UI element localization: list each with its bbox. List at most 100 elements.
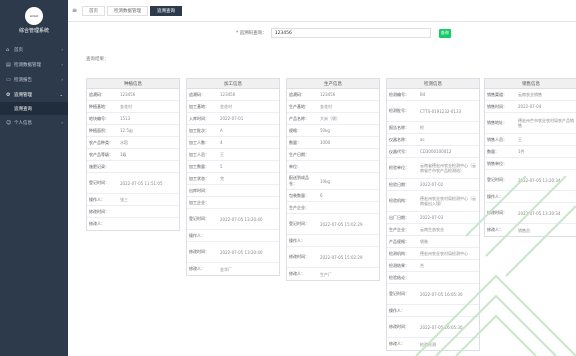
- field-label: 销售时间：: [487, 103, 507, 109]
- card-row: 检验机构： 德宏州农业农村局检测中心（云南省出入境）: [387, 191, 479, 212]
- field-label: 产品名称：: [289, 115, 309, 121]
- card-row: 农产品等级： 1级: [87, 149, 179, 161]
- field-label: 修改人：: [487, 227, 503, 232]
- app-root: LOGO 综合管理系统 ⌂ 首页 › ▤ 检测数据管理 › ▭ 检测报告 › ⚙…: [0, 0, 576, 356]
- sidebar-item-label: 检测数据管理: [14, 62, 41, 68]
- card-row: 销售单位：: [485, 158, 576, 170]
- field-label: 修改时间：: [289, 254, 309, 259]
- card-row: 登记时间： 2022-07-05 15:02:29: [287, 214, 379, 235]
- card-row: 修改人： 检验检测: [387, 338, 479, 350]
- chevron-right-icon: ›: [61, 47, 63, 52]
- field-label: 加工基地：: [189, 103, 209, 109]
- card-row: 出厂日期： 2022-07-03: [387, 212, 479, 224]
- card-row: 操作人：: [387, 305, 479, 317]
- field-value: 2022-07-02: [420, 182, 444, 187]
- field-label: 生产日期：: [289, 151, 309, 157]
- field-value: B4: [420, 92, 426, 97]
- field-value: [317, 161, 379, 172]
- card-row: 修改时间：: [87, 206, 179, 218]
- field-value: 2022-07-05 13:20:34: [518, 177, 561, 183]
- field-label: 加工人员：: [189, 151, 209, 157]
- field-value: [317, 149, 379, 160]
- info-card: 生产信息 追溯码： 123456 生产基地： 金花村 产品名称： 大米（袋） 规格： 50kg 数…: [286, 78, 380, 281]
- field-label: 检验单位：: [389, 165, 409, 170]
- card-row: 产品名称： 大米（袋）: [287, 113, 379, 125]
- field-value: [515, 158, 576, 169]
- card-row: 加工基地： 金花村: [187, 101, 279, 113]
- sidebar-subitem-trace-query[interactable]: 追溯查询: [0, 102, 68, 115]
- field-label: 加工批次：: [189, 127, 209, 133]
- tab-data[interactable]: 检测数据管理: [107, 5, 148, 16]
- field-label: 施肥记录：: [89, 163, 109, 169]
- report-icon: ▭: [6, 76, 11, 83]
- card-row: 施肥记录：: [87, 161, 179, 173]
- field-label: 修改人：: [389, 341, 405, 346]
- card-row: 检测机构： 德宏州农业农村局检测中心: [387, 248, 479, 260]
- card-row: 修改时间： 2022-07-05 15:02:29: [287, 247, 379, 268]
- field-label: 操作人：: [289, 237, 305, 243]
- chevron-right-icon: ›: [61, 62, 63, 67]
- tab-label: 追溯查询: [157, 8, 175, 14]
- field-value: [217, 185, 279, 196]
- field-label: 销售渠道：: [487, 91, 507, 97]
- field-label: 检验日期：: [389, 181, 409, 187]
- field-value: 金华厂: [220, 266, 232, 272]
- search-button[interactable]: 查询: [438, 28, 451, 38]
- logo: LOGO: [25, 6, 43, 25]
- field-label: 追溯码：: [189, 91, 205, 97]
- card-row: 加工企业：: [187, 197, 279, 209]
- sidebar-item-data[interactable]: ▤ 检测数据管理 ›: [0, 57, 68, 72]
- card-row: 生产企业：: [287, 202, 379, 214]
- card-row: 地块编号： 1513: [87, 113, 179, 125]
- card-row: 检测结果： 合: [387, 260, 479, 272]
- logo-text: LOGO: [29, 13, 39, 18]
- tab-trace-query[interactable]: 追溯查询: [150, 5, 182, 16]
- card-row: 单位：: [287, 161, 379, 173]
- field-label: 地块编号：: [89, 115, 109, 121]
- card-row: 操作人：: [187, 230, 279, 242]
- card-row: 数量： 1件: [485, 146, 576, 158]
- field-label: 登记时间：: [89, 180, 109, 185]
- field-value: 检验检测: [420, 341, 436, 347]
- field-value: [117, 161, 179, 172]
- field-value: 德宏州农业农村局检测中心: [420, 251, 468, 256]
- card-title: 加工信息: [187, 79, 279, 89]
- card-row: 修改时间： 2022-07-05 13:20:34: [485, 203, 576, 224]
- field-value: 2022-07-05 11:51:05: [120, 180, 163, 186]
- tab-home[interactable]: 首页: [82, 5, 105, 16]
- sidebar-item-report[interactable]: ▭ 检测报告 ›: [0, 72, 68, 87]
- card-row: 追溯码： 123456: [287, 89, 379, 101]
- card-row: 加工状态： 完: [187, 173, 279, 185]
- field-label: 仪器代号：: [389, 148, 409, 154]
- card-row: 销售渠道： 云南农业销售: [485, 89, 576, 101]
- sidebar-header: LOGO 综合管理系统: [0, 0, 68, 40]
- sidebar-item-profile[interactable]: ☺ 个人信息 ›: [0, 115, 68, 130]
- field-label: 检测机构：: [389, 250, 409, 256]
- card-row: 包装数量： 6: [287, 190, 379, 202]
- field-value: [217, 197, 279, 208]
- sidebar-item-home[interactable]: ⌂ 首页 ›: [0, 42, 68, 57]
- field-value: 2022-07-05 16:05:30: [420, 291, 463, 297]
- field-label: 加工数量：: [189, 163, 209, 169]
- card-row: 仪器名称： ac: [387, 134, 479, 146]
- card-title: 种植信息: [87, 79, 179, 89]
- field-value: 王: [220, 152, 224, 157]
- field-value: 5: [220, 164, 223, 169]
- field-value: 4: [220, 140, 223, 145]
- field-label: 配送到成品仓：: [289, 175, 309, 186]
- card-row: 修改人： 生产厂: [287, 268, 379, 280]
- field-label: 出库时间：: [189, 187, 209, 193]
- field-label: 修改时间：: [389, 324, 409, 329]
- field-value: 123456: [120, 92, 136, 97]
- field-value: CD3000100012: [420, 149, 452, 154]
- card-row: 种植面积： 12.5亩: [87, 125, 179, 137]
- sidebar-item-label: 追溯查询: [14, 106, 32, 112]
- field-label: 种植基地：: [89, 103, 109, 109]
- menu-toggle-icon[interactable]: ≡: [72, 7, 82, 14]
- card-row: 种植基地： 金花村: [87, 101, 179, 113]
- chevron-right-icon: ›: [61, 77, 63, 82]
- sidebar-item-trace[interactable]: ⚙ 追溯管理 ⌄: [0, 87, 68, 102]
- trace-code-input[interactable]: 123456: [270, 28, 431, 38]
- field-value: 2022-07-05 16:05:30: [420, 324, 463, 330]
- trace-icon: ⚙: [6, 91, 11, 98]
